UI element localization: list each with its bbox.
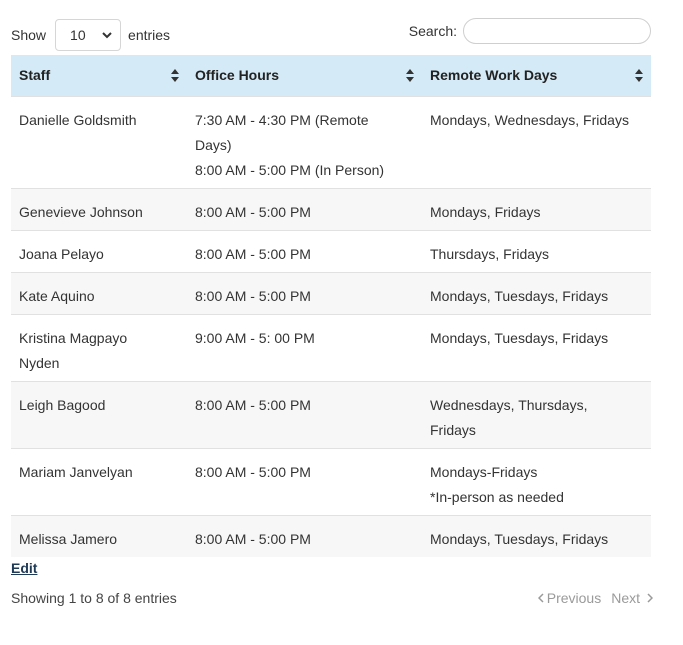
staff-name: Mariam Janvelyan	[19, 463, 133, 480]
staff-cell: Mariam Janvelyan	[11, 447, 187, 515]
office-hours-text: 8:00 AM - 5:00 PM	[195, 396, 311, 413]
remote-days-text: Fridays	[430, 421, 476, 438]
office-hours-cell: 8:00 AM - 5:00 PM	[187, 187, 422, 230]
table-body: Danielle Goldsmith 7:30 AM - 4:30 PM (Re…	[11, 95, 651, 557]
sort-both-icon	[171, 69, 179, 82]
sort-both-icon	[406, 69, 414, 82]
search-control: Search:	[409, 18, 651, 44]
remote-days-cell: Mondays, Tuesdays, Fridays	[422, 271, 651, 314]
show-label: Show	[11, 27, 47, 43]
pagination: Previous Next	[537, 590, 653, 606]
staff-name: Genevieve Johnson	[19, 203, 143, 220]
search-label: Search:	[408, 23, 457, 39]
column-header-remote-work-days[interactable]: Remote Work Days	[422, 55, 651, 96]
remote-days-text: Mondays, Fridays	[430, 203, 541, 220]
remote-days-cell: Wednesdays, Thursdays, Fridays	[422, 380, 651, 448]
chevron-left-icon	[537, 593, 544, 603]
table-row: Melissa Jamero 8:00 AM - 5:00 PM Mondays…	[11, 514, 651, 557]
office-hours-cell: 9:00 AM - 5: 00 PM	[187, 313, 422, 381]
remote-days-text: Thursdays, Fridays	[430, 245, 550, 262]
staff-cell: Genevieve Johnson	[11, 187, 187, 230]
office-hours-text: 8:00 AM - 5:00 PM	[195, 530, 311, 547]
table-row: Kate Aquino 8:00 AM - 5:00 PM Mondays, T…	[11, 271, 651, 314]
search-input[interactable]	[463, 18, 651, 44]
remote-days-text: *In-person as needed	[430, 488, 564, 505]
sort-both-icon	[635, 69, 643, 82]
office-hours-cell: 8:00 AM - 5:00 PM	[187, 271, 422, 314]
column-header-office-hours[interactable]: Office Hours	[187, 55, 422, 96]
entries-label: entries	[128, 27, 171, 43]
previous-label: Previous	[546, 590, 602, 606]
next-label: Next	[611, 590, 640, 606]
staff-name: Kristina Magpayo	[19, 329, 128, 346]
remote-days-cell: Mondays, Tuesdays, Fridays	[422, 514, 651, 557]
staff-cell: Melissa Jamero	[11, 514, 187, 557]
table-row: Kristina Magpayo Nyden 9:00 AM - 5: 00 P…	[11, 313, 651, 381]
table-row: Joana Pelayo 8:00 AM - 5:00 PM Thursdays…	[11, 229, 651, 272]
staff-cell: Kristina Magpayo Nyden	[11, 313, 187, 381]
column-header-staff[interactable]: Staff	[11, 55, 187, 96]
staff-cell: Kate Aquino	[11, 271, 187, 314]
office-hours-cell: 8:00 AM - 5:00 PM	[187, 229, 422, 272]
entries-per-page-select[interactable]: 10	[55, 19, 122, 51]
staff-cell: Joana Pelayo	[11, 229, 187, 272]
previous-button[interactable]: Previous	[537, 590, 602, 606]
staff-name: Leigh Bagood	[19, 396, 106, 413]
office-hours-text: 8:00 AM - 5:00 PM (In Person)	[195, 161, 385, 178]
office-hours-cell: 8:00 AM - 5:00 PM	[187, 380, 422, 448]
table-controls: Show 10 entries Search:	[11, 18, 651, 54]
column-header-label: Office Hours	[195, 67, 280, 84]
office-hours-text: 7:30 AM - 4:30 PM (Remote	[195, 111, 369, 128]
remote-days-cell: Mondays, Tuesdays, Fridays	[422, 313, 651, 381]
staff-name: Joana Pelayo	[19, 245, 104, 262]
staff-name: Melissa Jamero	[19, 530, 118, 547]
office-hours-cell: 8:00 AM - 5:00 PM	[187, 447, 422, 515]
remote-days-text: Mondays, Tuesdays, Fridays	[430, 530, 609, 547]
office-hours-text: 8:00 AM - 5:00 PM	[195, 287, 311, 304]
column-header-label: Staff	[19, 67, 51, 84]
table-row: Danielle Goldsmith 7:30 AM - 4:30 PM (Re…	[11, 95, 651, 188]
table-row: Leigh Bagood 8:00 AM - 5:00 PM Wednesday…	[11, 380, 651, 448]
remote-days-cell: Mondays, Fridays	[422, 187, 651, 230]
remote-days-text: Wednesdays, Thursdays,	[430, 396, 588, 413]
office-hours-text: 8:00 AM - 5:00 PM	[195, 245, 311, 262]
staff-cell: Danielle Goldsmith	[11, 95, 187, 188]
remote-days-text: Mondays, Tuesdays, Fridays	[430, 287, 609, 304]
length-control: Show 10 entries	[11, 18, 170, 52]
table-header: Staff Office Hours Remote Work Days	[11, 55, 651, 96]
table-row: Mariam Janvelyan 8:00 AM - 5:00 PM Monda…	[11, 447, 651, 515]
chevron-right-icon	[647, 593, 653, 603]
office-hours-text: 8:00 AM - 5:00 PM	[195, 463, 311, 480]
office-hours-text: Days)	[195, 136, 232, 153]
staff-name: Nyden	[19, 354, 60, 371]
table-info: Showing 1 to 8 of 8 entries	[11, 590, 177, 606]
remote-days-text: Mondays, Tuesdays, Fridays	[430, 329, 609, 346]
remote-days-cell: Mondays, Wednesdays, Fridays	[422, 95, 651, 188]
remote-days-cell: Thursdays, Fridays	[422, 229, 651, 272]
remote-days-text: Mondays, Wednesdays, Fridays	[430, 111, 629, 128]
staff-name: Kate Aquino	[19, 287, 95, 304]
staff-cell: Leigh Bagood	[11, 380, 187, 448]
office-hours-cell: 8:00 AM - 5:00 PM	[187, 514, 422, 557]
remote-days-cell: Mondays-Fridays *In-person as needed	[422, 447, 651, 515]
office-hours-cell: 7:30 AM - 4:30 PM (Remote Days) 8:00 AM …	[187, 95, 422, 188]
office-hours-text: 8:00 AM - 5:00 PM	[195, 203, 311, 220]
office-hours-text: 9:00 AM - 5: 00 PM	[195, 329, 315, 346]
entries-per-page-value: 10	[70, 27, 86, 43]
next-button[interactable]: Next	[611, 590, 653, 606]
staff-table: Staff Office Hours Remote Work Days Dani…	[11, 55, 651, 557]
chevron-down-icon	[102, 31, 112, 38]
remote-days-text: Mondays-Fridays	[430, 463, 538, 480]
table-row: Genevieve Johnson 8:00 AM - 5:00 PM Mond…	[11, 187, 651, 230]
column-header-label: Remote Work Days	[430, 67, 558, 84]
edit-link[interactable]: Edit	[11, 560, 37, 576]
staff-name: Danielle Goldsmith	[19, 111, 137, 128]
